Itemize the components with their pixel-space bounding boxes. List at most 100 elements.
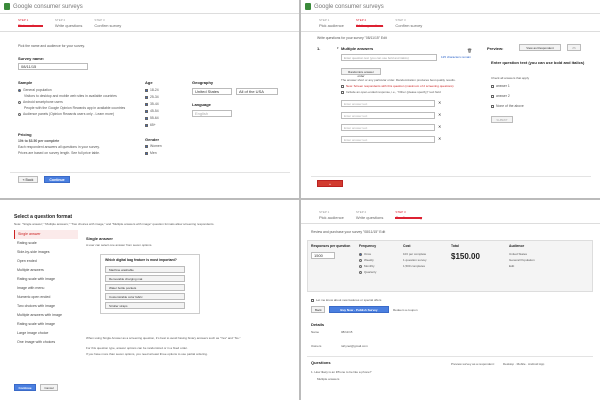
age-option[interactable]: 25-34 xyxy=(145,95,159,99)
back-button[interactable]: Back xyxy=(311,306,325,313)
terms-option[interactable]: Let me know about new features or specia… xyxy=(311,298,381,302)
name-label: Name xyxy=(311,330,320,334)
tab-pick-audience[interactable]: STEP 1 Pick audience xyxy=(319,18,344,28)
frequency-option[interactable]: Weekly xyxy=(359,258,374,262)
preview-links[interactable]: Desktop · Mobile · Android App xyxy=(503,362,544,366)
tab-confirm-survey[interactable]: STEP 3 Confirm survey xyxy=(94,18,121,28)
owners-label: Owners xyxy=(311,344,322,348)
delete-icon[interactable]: 🗑 xyxy=(467,48,472,53)
step-tabs: STEP 1 Pick audience STEP 2 Write question… xyxy=(301,14,600,32)
question-text-input[interactable]: Enter question text (you can use bold an… xyxy=(341,54,437,61)
screen-option[interactable]: New: Screen respondents with this questi… xyxy=(341,84,454,88)
age-option[interactable]: 35-44 xyxy=(145,102,159,106)
back-button[interactable]: « Back xyxy=(18,176,38,183)
survey-name-label: Survey name: xyxy=(18,56,45,61)
remove-answer-icon[interactable]: ✕ xyxy=(438,124,441,129)
format-item[interactable]: Image with menu xyxy=(14,284,78,293)
intro-text: Pick the name and audience for your surv… xyxy=(18,44,85,48)
preview-answer[interactable]: answer 1 xyxy=(491,84,510,88)
responses-input[interactable]: 1500 xyxy=(311,252,335,259)
answer-input[interactable]: Enter answer text xyxy=(341,100,435,107)
format-item[interactable]: Rating scale with image xyxy=(14,320,78,329)
answer-input[interactable]: Enter answer text xyxy=(341,136,435,143)
chevron-down-icon[interactable]: ▾ xyxy=(337,46,339,50)
audience-value: United States xyxy=(509,252,528,256)
sample-option[interactable]: General population xyxy=(18,88,52,92)
randomize-select[interactable]: Randomize answer order xyxy=(341,68,381,78)
frequency-option[interactable]: Monthly xyxy=(359,264,375,268)
checkbox-icon xyxy=(145,88,148,92)
gender-label: Men xyxy=(150,151,157,155)
sample-option-desc: People with the Google Opinion Rewards a… xyxy=(24,106,126,110)
answer-input[interactable]: Enter answer text xyxy=(341,112,435,119)
age-option[interactable]: 55-64 xyxy=(145,116,159,120)
tab-pick-audience[interactable]: STEP 1 Pick audience xyxy=(319,210,344,220)
audience-edit-link[interactable]: Edit xyxy=(509,264,514,268)
tab-write-questions[interactable]: STEP 2 Write questions xyxy=(356,210,384,220)
question-type: Multiple answers xyxy=(317,377,340,381)
preview-answer-label: answer 1 xyxy=(496,84,510,88)
format-item[interactable]: Rating scale xyxy=(14,239,78,248)
step-label: Pick audience xyxy=(319,23,344,28)
step-label: Pick audience xyxy=(18,23,43,28)
buy-now-button[interactable]: Buy Now - Publish Survey xyxy=(329,306,389,313)
format-item[interactable]: One image with choices xyxy=(14,338,78,347)
continue-button[interactable]: Continue xyxy=(14,384,36,391)
tab-pick-audience[interactable]: STEP 1 Pick audience xyxy=(18,18,43,28)
format-item[interactable]: Two choices with image xyxy=(14,302,78,311)
redeem-coupon-link[interactable]: Redeem a coupon xyxy=(393,308,418,312)
expand-icon[interactable]: <> xyxy=(567,44,581,51)
answer-input[interactable]: Enter answer text xyxy=(341,124,435,131)
age-label: 25-34 xyxy=(150,95,159,99)
panel-confirm-survey: STEP 1 Pick audience STEP 2 Write question… xyxy=(301,200,600,400)
age-option[interactable]: 18-24 xyxy=(145,88,159,92)
remove-answer-icon[interactable]: ✕ xyxy=(438,100,441,105)
format-item[interactable]: Numeric open ended xyxy=(14,293,78,302)
frequency-label-text: Weekly xyxy=(364,258,374,262)
radio-icon xyxy=(18,112,21,116)
checkbox-icon xyxy=(341,84,344,88)
continue-button[interactable]: Continue » xyxy=(44,176,70,186)
format-item[interactable]: Rating scale with image xyxy=(14,275,78,284)
age-label: 55-64 xyxy=(150,116,159,120)
panel-question-format: Select a question format Note: "Single a… xyxy=(0,200,299,400)
format-item[interactable]: Open ended xyxy=(14,257,78,266)
tab-write-questions[interactable]: STEP 2 Write questions xyxy=(355,18,384,28)
open-ended-option[interactable]: Include an open-ended response, i.e., "O… xyxy=(341,90,441,94)
add-question-button[interactable]: + QUESTION xyxy=(317,180,343,190)
cost-label: Cost xyxy=(403,244,411,248)
preview-answer[interactable]: None of the above xyxy=(491,104,524,108)
tab-write-questions[interactable]: STEP 2 Write questions xyxy=(55,18,83,28)
frequency-label-text: Quarterly xyxy=(364,270,377,274)
format-item[interactable]: Large image choice xyxy=(14,329,78,338)
region-select[interactable]: All of the USA xyxy=(236,88,278,95)
format-item[interactable]: Side-by-side images xyxy=(14,248,78,257)
survey-name-input[interactable]: 08/11/15 xyxy=(18,63,88,70)
format-note: Note: "Single answer," "Multiple answers… xyxy=(14,222,215,226)
cancel-button[interactable]: Cancel xyxy=(40,384,58,391)
country-select[interactable]: United States xyxy=(192,88,232,95)
question-link[interactable]: 1. How likely is an iPhone to be like a … xyxy=(311,370,371,374)
remove-answer-icon[interactable]: ✕ xyxy=(438,112,441,117)
age-option[interactable]: 45-54 xyxy=(145,109,159,113)
remove-answer-icon[interactable]: ✕ xyxy=(438,136,441,141)
pricing-note: Each respondent answers all questions in… xyxy=(18,145,100,149)
age-option[interactable]: 65+ xyxy=(145,123,156,127)
language-select[interactable]: English xyxy=(192,110,232,117)
tab-confirm-survey[interactable]: STEP 3 Confirm survey xyxy=(395,18,422,28)
gender-option[interactable]: Men xyxy=(145,151,157,155)
frequency-option[interactable]: Once xyxy=(359,252,371,256)
format-item[interactable]: Single answer xyxy=(14,230,78,239)
preview-answer[interactable]: answer 2 xyxy=(491,94,510,98)
open-ended-label: Include an open-ended response, i.e., "O… xyxy=(346,90,441,94)
preview-mode-select[interactable]: View as Respondent xyxy=(519,44,561,51)
frequency-option[interactable]: Quarterly xyxy=(359,270,376,274)
sample-option[interactable]: Android smartphone users xyxy=(18,100,63,104)
format-item[interactable]: Multiple answers with image xyxy=(14,311,78,320)
tab-confirm-survey[interactable]: STEP 3 Confirm survey xyxy=(395,210,423,220)
questions-title: Questions xyxy=(311,360,331,365)
format-item[interactable]: Multiple answers xyxy=(14,266,78,275)
submit-button[interactable]: SUBMIT xyxy=(491,116,513,123)
gender-option[interactable]: Women xyxy=(145,144,162,148)
sample-option[interactable]: Audience panels (Opinion Rewards users o… xyxy=(18,112,114,116)
